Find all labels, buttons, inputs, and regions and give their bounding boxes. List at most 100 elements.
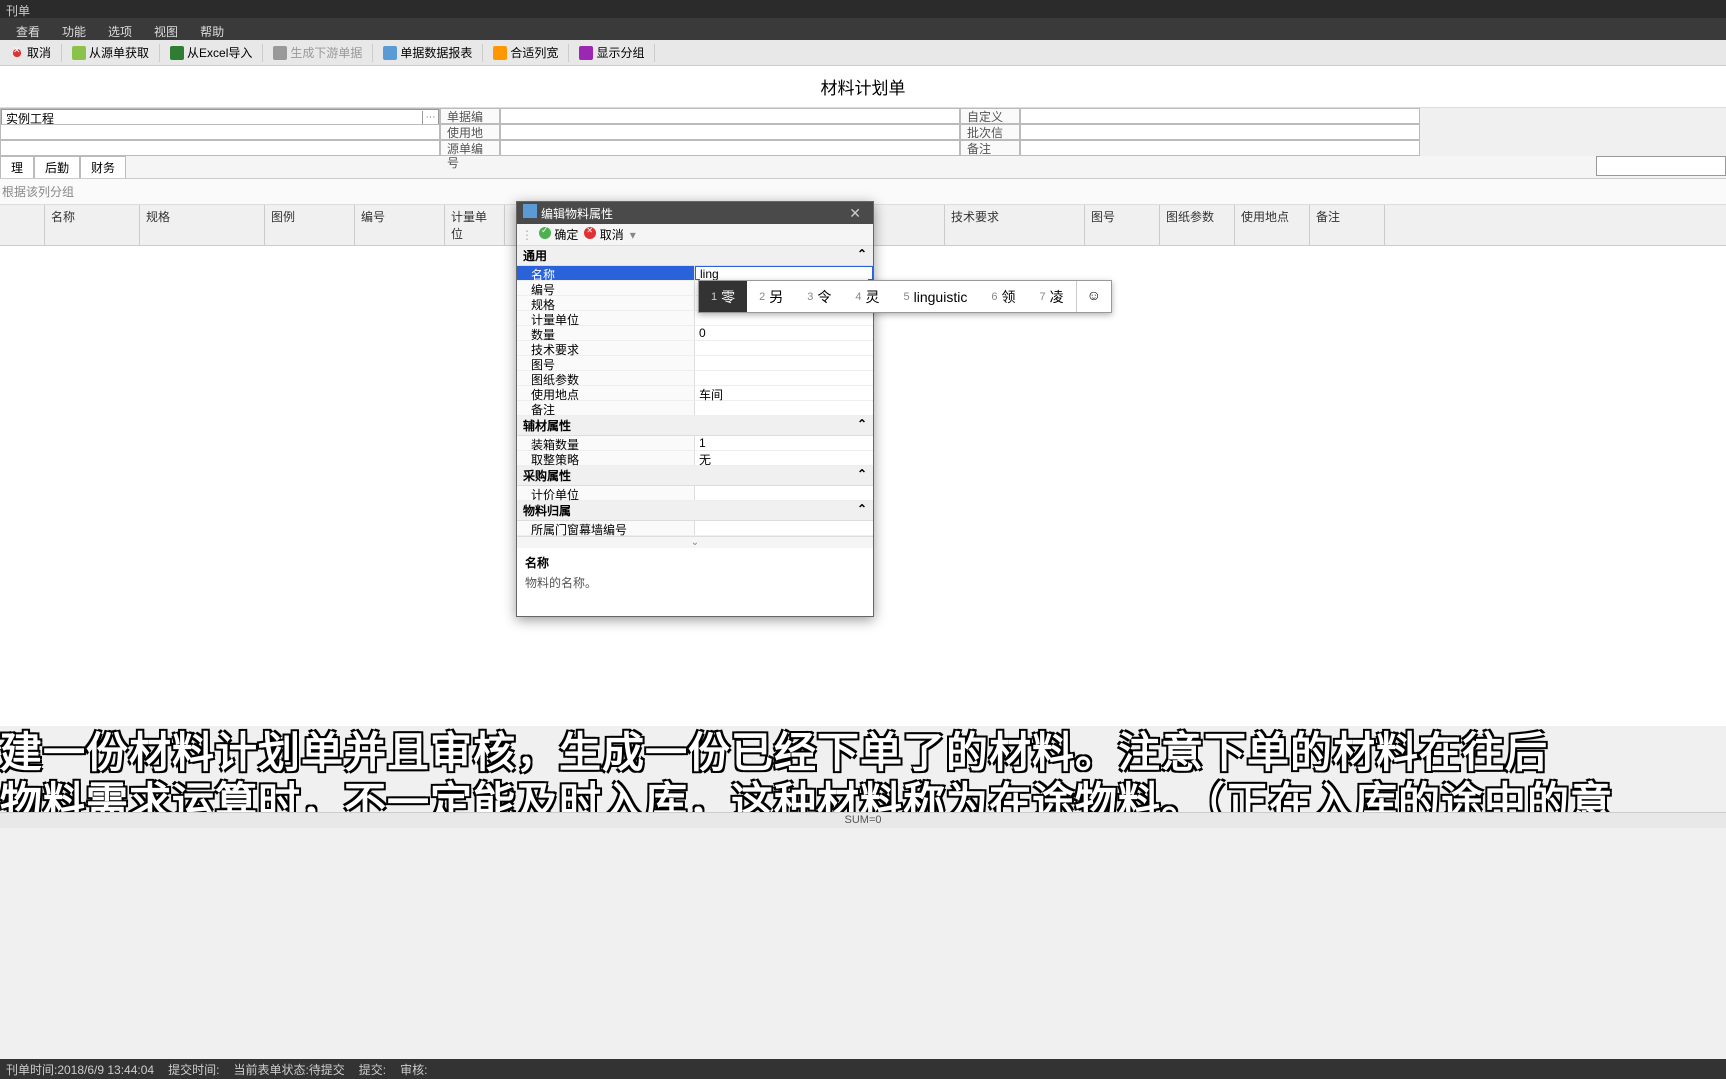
chevron-up-icon: ⌃: [857, 502, 867, 519]
gen-icon: [273, 46, 287, 60]
close-icon[interactable]: ✕: [843, 205, 867, 222]
field-value[interactable]: [500, 124, 960, 140]
menu-item[interactable]: 视图: [148, 21, 184, 37]
menu-item[interactable]: 查看: [10, 21, 46, 37]
property-value[interactable]: [695, 401, 873, 415]
sum-bar: SUM=0: [0, 812, 1726, 828]
property-row[interactable]: 取整策略无: [517, 451, 873, 466]
property-row[interactable]: 图号: [517, 356, 873, 371]
property-key: 取整策略: [517, 451, 695, 465]
column-header[interactable]: 技术要求: [945, 205, 1085, 245]
field-label: 源单编号: [440, 140, 500, 156]
cancel-button[interactable]: 取消: [584, 226, 623, 243]
column-header[interactable]: 使用地点: [1235, 205, 1310, 245]
property-row[interactable]: 使用地点车间: [517, 386, 873, 401]
column-header[interactable]: [0, 205, 45, 245]
ime-candidate-bar[interactable]: 1零2另3令4灵5linguistic6领7凌☺: [698, 280, 1112, 313]
property-row[interactable]: 计价单位: [517, 486, 873, 501]
check-icon: [539, 227, 551, 239]
ime-candidate[interactable]: 7凌: [1027, 281, 1075, 312]
property-row[interactable]: 名称: [517, 266, 873, 281]
search-box[interactable]: [1596, 156, 1726, 176]
column-header[interactable]: 图例: [265, 205, 355, 245]
property-row[interactable]: 数量0: [517, 326, 873, 341]
report-icon: [383, 46, 397, 60]
window-titlebar: 刊单: [0, 0, 1726, 18]
dropdown-icon[interactable]: ▾: [630, 228, 636, 242]
menu-item[interactable]: 帮助: [194, 21, 230, 37]
collapse-handle[interactable]: ⌄: [517, 536, 873, 548]
section-header[interactable]: 物料归属⌃: [517, 501, 873, 521]
fromsrc-button[interactable]: 从源单获取: [66, 42, 155, 63]
section-header[interactable]: 采购属性⌃: [517, 466, 873, 486]
field-label: 单据编码: [440, 108, 500, 124]
property-row[interactable]: 备注: [517, 401, 873, 416]
field-label: 备注: [960, 140, 1020, 156]
dialog-titlebar[interactable]: 编辑物料属性 ✕: [517, 202, 873, 224]
field-value[interactable]: [500, 108, 960, 124]
report-button[interactable]: 单据数据报表: [377, 42, 478, 63]
column-header[interactable]: 规格: [140, 205, 265, 245]
ime-candidate[interactable]: 4灵: [843, 281, 891, 312]
menu-item[interactable]: 选项: [102, 21, 138, 37]
property-value[interactable]: 无: [695, 451, 873, 465]
status-bar: 刊单时间:2018/6/9 13:44:04 提交时间: 当前表单状态:待提交 …: [0, 1059, 1726, 1079]
field-value[interactable]: [1020, 124, 1420, 140]
property-value[interactable]: 车间: [695, 386, 873, 400]
column-header[interactable]: 编号: [355, 205, 445, 245]
property-row[interactable]: 装箱数量1: [517, 436, 873, 451]
column-header[interactable]: 图号: [1085, 205, 1160, 245]
gen-button: 生成下游单据: [267, 42, 368, 63]
property-value[interactable]: [695, 341, 873, 355]
column-header[interactable]: 名称: [45, 205, 140, 245]
field-value[interactable]: [1020, 108, 1420, 124]
ime-candidate[interactable]: 6领: [979, 281, 1027, 312]
tab-财务[interactable]: 财务: [80, 156, 126, 178]
ime-candidate[interactable]: 3令: [795, 281, 843, 312]
ime-candidate[interactable]: 1零: [699, 281, 747, 312]
width-button[interactable]: 合适列宽: [487, 42, 564, 63]
ime-candidate[interactable]: 2另: [747, 281, 795, 312]
dropdown-icon[interactable]: ⋯: [422, 111, 438, 125]
property-value[interactable]: [695, 371, 873, 385]
property-value[interactable]: 0: [695, 326, 873, 340]
property-value[interactable]: [695, 521, 873, 535]
field-value[interactable]: [500, 140, 960, 156]
property-input[interactable]: [700, 267, 868, 281]
edit-material-dialog: 编辑物料属性 ✕ ⋮ 确定 取消 ▾ 通用⌃名称编号规格计量单位数量0技术要求图…: [516, 201, 874, 617]
field-value[interactable]: [1020, 140, 1420, 156]
section-header[interactable]: 通用⌃: [517, 246, 873, 266]
emoji-icon[interactable]: ☺: [1076, 281, 1111, 312]
property-key: 装箱数量: [517, 436, 695, 450]
property-value[interactable]: [695, 486, 873, 500]
property-key: 编号: [517, 281, 695, 295]
property-value[interactable]: [695, 266, 873, 280]
menu-item[interactable]: 功能: [56, 21, 92, 37]
column-header[interactable]: 图纸参数: [1160, 205, 1235, 245]
tab-后勤[interactable]: 后勤: [34, 156, 80, 178]
tab-理[interactable]: 理: [0, 156, 34, 178]
property-row[interactable]: 技术要求: [517, 341, 873, 356]
property-row[interactable]: 计量单位: [517, 311, 873, 326]
main-toolbar: 取消从源单获取从Excel导入生成下游单据单据数据报表合适列宽显示分组: [0, 40, 1726, 66]
ime-candidate[interactable]: 5linguistic: [892, 281, 980, 312]
property-value[interactable]: [695, 356, 873, 370]
excel-button[interactable]: 从Excel导入: [164, 42, 258, 63]
section-header[interactable]: 辅材属性⌃: [517, 416, 873, 436]
property-value[interactable]: [695, 311, 873, 325]
project-input[interactable]: [2, 111, 422, 125]
width-icon: [493, 46, 507, 60]
group-button[interactable]: 显示分组: [573, 42, 650, 63]
property-row[interactable]: 图纸参数: [517, 371, 873, 386]
dialog-toolbar: ⋮ 确定 取消 ▾: [517, 224, 873, 246]
chevron-up-icon: ⌃: [857, 467, 867, 484]
field-label: 自定义单号: [960, 108, 1020, 124]
cancel-button[interactable]: 取消: [4, 42, 57, 63]
column-header[interactable]: 计量单位: [445, 205, 505, 245]
app-icon: [523, 204, 537, 218]
property-row[interactable]: 所属门窗幕墙编号: [517, 521, 873, 536]
column-header[interactable]: 备注: [1310, 205, 1385, 245]
property-key: 图号: [517, 356, 695, 370]
property-value[interactable]: 1: [695, 436, 873, 450]
ok-button[interactable]: 确定: [539, 226, 578, 243]
